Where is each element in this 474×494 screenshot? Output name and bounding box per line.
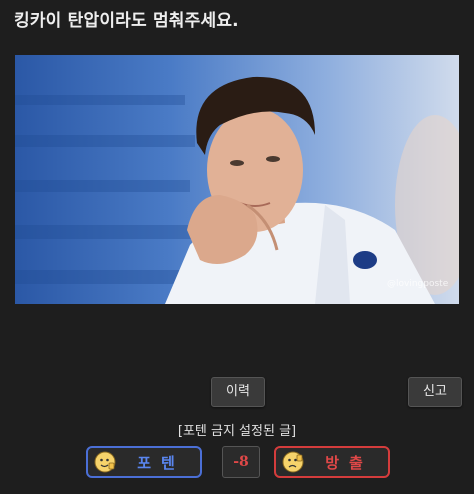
upvote-label: 포텐 [137, 453, 185, 472]
downvote-label: 방출 [325, 453, 373, 472]
report-button[interactable]: 신고 [408, 377, 462, 407]
image-watermark: @lovingposte [387, 279, 449, 289]
vote-notice: [포텐 금지 설정된 글] [177, 424, 297, 439]
upvote-button[interactable]: 포텐 [86, 446, 202, 478]
thumbs-down-face-icon [282, 451, 304, 473]
player-photo [15, 55, 459, 304]
thumbs-up-face-icon [94, 451, 116, 473]
post-image: @lovingposte [15, 55, 459, 304]
post-title: 킹카이 탄압이라도 멈춰주세요. [14, 11, 239, 31]
downvote-button[interactable]: 방출 [274, 446, 390, 478]
history-button[interactable]: 이력 [211, 377, 265, 407]
vote-score: -8 [222, 446, 260, 478]
